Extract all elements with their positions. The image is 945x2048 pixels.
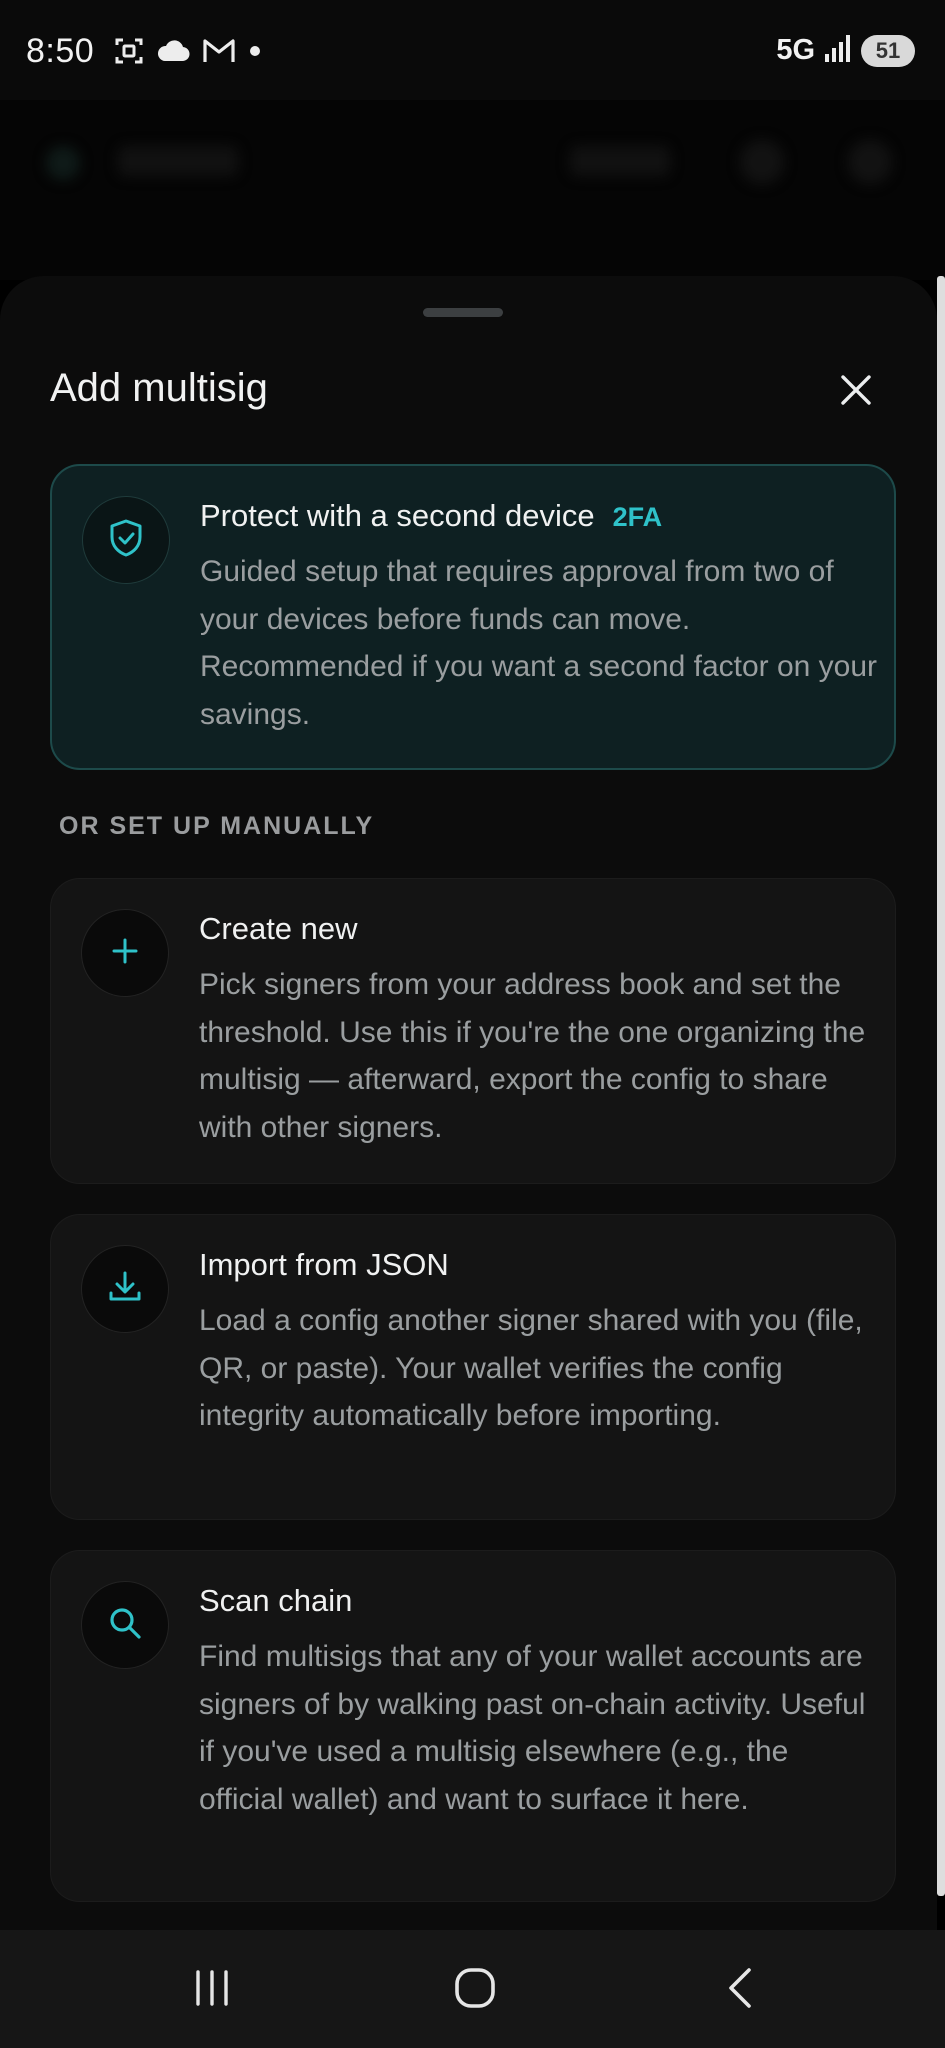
primary-option-description: Guided setup that requires approval from…	[200, 555, 878, 731]
signal-icon	[825, 34, 851, 67]
scan-chain-option[interactable]: Scan chain Find multisigs that any of yo…	[50, 1550, 896, 1902]
import-json-title: Import from JSON	[199, 1247, 449, 1282]
background-app-header	[0, 100, 945, 280]
home-button[interactable]	[435, 1950, 515, 2030]
recents-button[interactable]	[172, 1950, 252, 2030]
scan-chain-title: Scan chain	[199, 1583, 353, 1618]
section-label-manual: OR SET UP MANUALLY	[59, 812, 375, 840]
battery-icon: 51	[861, 34, 915, 67]
create-new-icon-circle	[81, 909, 169, 997]
import-from-json-option[interactable]: Import from JSON Load a config another s…	[50, 1214, 896, 1520]
primary-option-title-row: Protect with a second device 2FA	[200, 498, 662, 534]
sheet-title: Add multisig	[50, 366, 268, 410]
status-notification-icons	[114, 36, 262, 66]
search-icon	[107, 1605, 143, 1646]
scan-chain-description: Find multisigs that any of your wallet a…	[199, 1640, 866, 1816]
sheet-drag-handle[interactable]	[423, 308, 503, 317]
scan-chain-icon-circle	[81, 1581, 169, 1669]
status-bar: 8:50 5G 51	[0, 0, 945, 100]
create-new-title: Create new	[199, 911, 358, 946]
download-icon	[107, 1269, 143, 1310]
plus-icon	[109, 935, 141, 972]
import-json-icon-circle	[81, 1245, 169, 1333]
back-button[interactable]	[700, 1950, 780, 2030]
close-button[interactable]	[832, 368, 880, 416]
back-icon	[723, 1966, 757, 2015]
add-multisig-sheet: Add multisig Protect with a second devic…	[0, 276, 937, 1930]
sheet-scrollbar[interactable]	[937, 276, 945, 1896]
create-new-description: Pick signers from your address book and …	[199, 968, 866, 1144]
import-json-description: Load a config another signer shared with…	[199, 1304, 863, 1432]
protect-second-device-option[interactable]: Protect with a second device 2FA Guided s…	[50, 464, 896, 770]
create-new-option[interactable]: Create new Pick signers from your addres…	[50, 878, 896, 1184]
home-icon	[453, 1966, 497, 2015]
close-icon	[839, 373, 873, 412]
screenshot-icon	[114, 36, 144, 66]
system-nav-bar	[0, 1930, 945, 2048]
status-system-icons: 5G 51	[776, 34, 915, 67]
recents-icon	[190, 1968, 234, 2013]
shield-check-icon	[108, 518, 144, 563]
dot-icon	[248, 44, 262, 58]
cloud-icon	[156, 39, 190, 63]
status-time: 8:50	[26, 32, 95, 70]
gmail-icon	[202, 38, 236, 64]
primary-option-icon-circle	[82, 496, 170, 584]
primary-option-title: Protect with a second device	[200, 498, 595, 533]
network-type: 5G	[776, 34, 815, 66]
2fa-badge: 2FA	[612, 502, 663, 532]
